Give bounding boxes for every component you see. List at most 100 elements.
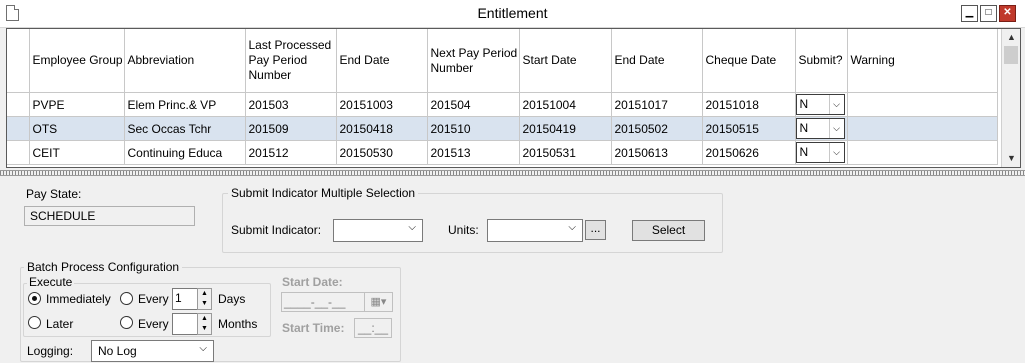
execute-title: Execute xyxy=(27,275,75,289)
vertical-scrollbar[interactable]: ▲ ▼ xyxy=(1001,29,1020,167)
cell-last-period[interactable]: 201509 xyxy=(245,116,337,141)
table-row[interactable]: PVPE Elem Princ.& VP 201503 20151003 201… xyxy=(7,92,998,117)
cell-end-date-2[interactable]: 20150502 xyxy=(611,116,703,141)
every-days-radio[interactable] xyxy=(120,292,133,305)
spin-down-icon[interactable]: ▼ xyxy=(198,299,211,309)
spin-up-icon[interactable]: ▲ xyxy=(198,289,211,299)
submit-select[interactable]: N ⌵ xyxy=(795,94,845,115)
chevron-down-icon: ⌵ xyxy=(199,343,207,354)
chevron-down-icon[interactable]: ⌵ xyxy=(828,95,844,114)
units-select[interactable]: ⌵ xyxy=(487,219,583,242)
column-header[interactable]: Submit? xyxy=(795,29,848,93)
submit-indicator-select[interactable]: ⌵ xyxy=(333,219,423,242)
every-months-label[interactable]: Every xyxy=(138,317,169,331)
start-time-field[interactable]: __:__ xyxy=(354,318,392,338)
every-days-label[interactable]: Every xyxy=(138,292,169,306)
cell-start-date[interactable]: 20151004 xyxy=(519,92,612,117)
calendar-icon[interactable]: ▦▾ xyxy=(364,292,393,312)
logging-select[interactable]: No Log ⌵ xyxy=(91,340,214,362)
logging-value: No Log xyxy=(98,344,137,358)
minimize-button[interactable]: ▁ xyxy=(961,5,978,22)
cell-abbreviation[interactable]: Elem Princ.& VP xyxy=(124,92,246,117)
cell-next-period[interactable]: 201513 xyxy=(427,140,520,165)
cell-end-date-2[interactable]: 20150613 xyxy=(611,140,703,165)
cell-warning[interactable] xyxy=(847,92,998,117)
column-header[interactable]: Warning xyxy=(847,29,998,93)
submit-indicator-label: Submit Indicator: xyxy=(231,223,322,237)
cell-next-period[interactable]: 201510 xyxy=(427,116,520,141)
cell-submit[interactable]: N ⌵ xyxy=(795,140,848,165)
cell-last-period[interactable]: 201512 xyxy=(245,140,337,165)
maximize-button[interactable]: □ xyxy=(980,5,997,22)
every-months-radio[interactable] xyxy=(120,316,133,329)
later-radio[interactable] xyxy=(28,316,41,329)
submit-indicator-group-title: Submit Indicator Multiple Selection xyxy=(228,186,419,200)
cell-end-date[interactable]: 20150418 xyxy=(336,116,428,141)
days-input[interactable]: 1 xyxy=(172,288,198,310)
table-row[interactable]: OTS Sec Occas Tchr 201509 20150418 20151… xyxy=(7,116,998,141)
days-value: 1 xyxy=(175,291,182,305)
months-input[interactable] xyxy=(172,313,198,335)
cell-end-date-2[interactable]: 20151017 xyxy=(611,92,703,117)
cell-cheque-date[interactable]: 20150515 xyxy=(702,116,796,141)
chevron-down-icon: ⌵ xyxy=(408,222,416,233)
cell-employee-group[interactable]: CEIT xyxy=(29,140,125,165)
cell-end-date[interactable]: 20151003 xyxy=(336,92,428,117)
start-time-label: Start Time: xyxy=(282,321,345,335)
spin-down-icon[interactable]: ▼ xyxy=(198,324,211,334)
days-spinner[interactable]: ▲ ▼ xyxy=(197,288,212,310)
select-button[interactable]: Select xyxy=(632,220,705,241)
logging-label: Logging: xyxy=(27,344,74,358)
cell-employee-group[interactable]: PVPE xyxy=(29,92,125,117)
chevron-down-icon[interactable]: ⌵ xyxy=(828,143,844,162)
row-selector[interactable] xyxy=(7,140,30,165)
immediately-radio[interactable] xyxy=(28,292,41,305)
cell-warning[interactable] xyxy=(847,140,998,165)
cell-warning[interactable] xyxy=(847,116,998,141)
column-header[interactable]: Next Pay Period Number xyxy=(427,29,520,93)
submit-select[interactable]: N ⌵ xyxy=(795,118,845,139)
spin-up-icon[interactable]: ▲ xyxy=(198,314,211,324)
row-selector-header xyxy=(7,29,30,93)
cell-next-period[interactable]: 201504 xyxy=(427,92,520,117)
submit-value: N xyxy=(799,145,809,159)
table-row[interactable]: CEIT Continuing Educa 201512 20150530 20… xyxy=(7,140,998,165)
column-header[interactable]: Last Processed Pay Period Number xyxy=(245,29,337,93)
column-header[interactable]: Cheque Date xyxy=(702,29,796,93)
chevron-down-icon[interactable]: ⌵ xyxy=(828,119,844,138)
cell-employee-group[interactable]: OTS xyxy=(29,116,125,141)
cell-start-date[interactable]: 20150531 xyxy=(519,140,612,165)
pay-state-label: Pay State: xyxy=(26,187,82,201)
scroll-down-icon[interactable]: ▼ xyxy=(1002,150,1020,166)
cell-start-date[interactable]: 20150419 xyxy=(519,116,612,141)
pay-state-field: SCHEDULE xyxy=(24,206,195,226)
cell-end-date[interactable]: 20150530 xyxy=(336,140,428,165)
submit-select[interactable]: N ⌵ xyxy=(795,142,845,163)
cell-cheque-date[interactable]: 20151018 xyxy=(702,92,796,117)
splitter-handle[interactable] xyxy=(0,170,1025,176)
start-date-field[interactable]: ____-__-__ xyxy=(281,292,365,312)
cell-submit[interactable]: N ⌵ xyxy=(795,92,848,117)
column-header[interactable]: End Date xyxy=(611,29,703,93)
scroll-up-icon[interactable]: ▲ xyxy=(1002,29,1020,45)
row-selector[interactable] xyxy=(7,116,30,141)
units-label: Units: xyxy=(448,223,479,237)
cell-abbreviation[interactable]: Sec Occas Tchr xyxy=(124,116,246,141)
cell-abbreviation[interactable]: Continuing Educa xyxy=(124,140,246,165)
column-header[interactable]: Start Date xyxy=(519,29,612,93)
immediately-label[interactable]: Immediately xyxy=(46,292,111,306)
months-spinner[interactable]: ▲ ▼ xyxy=(197,313,212,335)
later-label[interactable]: Later xyxy=(46,317,73,331)
submit-value: N xyxy=(799,97,809,111)
column-header[interactable]: Employee Group xyxy=(29,29,125,93)
column-header[interactable]: End Date xyxy=(336,29,428,93)
close-button[interactable]: ✕ xyxy=(999,5,1016,22)
row-selector[interactable] xyxy=(7,92,30,117)
entitlement-grid[interactable]: Employee Group Abbreviation Last Process… xyxy=(6,28,1021,168)
cell-cheque-date[interactable]: 20150626 xyxy=(702,140,796,165)
units-browse-button[interactable]: ... xyxy=(585,220,606,240)
column-header[interactable]: Abbreviation xyxy=(124,29,246,93)
scroll-thumb[interactable] xyxy=(1004,46,1018,64)
cell-last-period[interactable]: 201503 xyxy=(245,92,337,117)
cell-submit[interactable]: N ⌵ xyxy=(795,116,848,141)
